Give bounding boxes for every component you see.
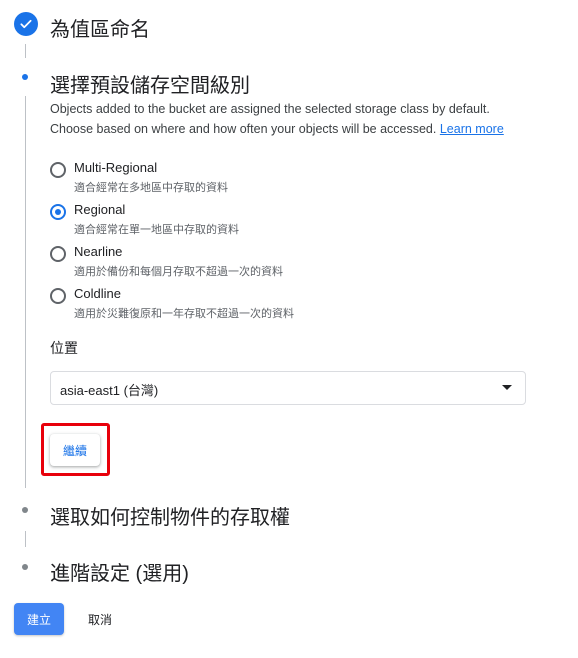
description-line-2: Choose based on where and how often your… <box>50 122 437 136</box>
learn-more-link[interactable]: Learn more <box>440 122 504 136</box>
radio-description: 適用於備份和每個月存取不超過一次的資料 <box>74 266 283 278</box>
radio-option-regional[interactable]: Regional 適合經常在單一地區中存取的資料 <box>50 202 530 238</box>
radio-option-coldline[interactable]: Coldline 適用於災難復原和一年存取不超過一次的資料 <box>50 286 530 322</box>
location-select[interactable]: asia-east1 (台灣) <box>50 371 526 405</box>
radio-button[interactable] <box>50 246 66 262</box>
stepper-connector <box>25 44 26 58</box>
cancel-button[interactable]: 取消 <box>78 603 122 635</box>
step-title-bucket-name[interactable]: 為值區命名 <box>50 13 150 42</box>
radio-description: 適合經常在多地區中存取的資料 <box>74 182 228 194</box>
create-button[interactable]: 建立 <box>14 603 64 635</box>
storage-class-description: Objects added to the bucket are assigned… <box>50 99 550 139</box>
radio-button[interactable] <box>50 288 66 304</box>
stepper-connector <box>25 96 26 488</box>
dropdown-arrow-icon[interactable] <box>502 385 512 390</box>
radio-button-checked[interactable] <box>50 204 66 220</box>
step-title-advanced-settings[interactable]: 進階設定 (選用) <box>50 557 189 586</box>
radio-label: Coldline <box>74 286 121 301</box>
radio-option-nearline[interactable]: Nearline 適用於備份和每個月存取不超過一次的資料 <box>50 244 530 280</box>
check-icon <box>20 19 32 29</box>
step-title-storage-class: 選擇預設儲存空間級別 <box>50 75 250 97</box>
location-label: 位置 <box>50 340 78 356</box>
radio-label: Regional <box>74 202 126 217</box>
stepper-connector <box>25 531 26 547</box>
radio-label: Nearline <box>74 244 123 259</box>
step-pending-dot <box>22 507 28 513</box>
step-completed-check-icon <box>14 12 38 36</box>
step-active-dot <box>22 74 28 80</box>
radio-label: Multi-Regional <box>74 160 158 175</box>
radio-description: 適用於災難復原和一年存取不超過一次的資料 <box>74 308 294 320</box>
step-pending-dot <box>22 564 28 570</box>
step-title-access-control[interactable]: 選取如何控制物件的存取權 <box>50 501 290 530</box>
location-select-value: asia-east1 (台灣) <box>60 383 159 398</box>
description-line-1: Objects added to the bucket are assigned… <box>50 102 490 116</box>
radio-option-multi-regional[interactable]: Multi-Regional 適合經常在多地區中存取的資料 <box>50 160 530 196</box>
continue-button[interactable]: 繼續 <box>50 434 100 466</box>
radio-button[interactable] <box>50 162 66 178</box>
radio-description: 適合經常在單一地區中存取的資料 <box>74 224 239 236</box>
